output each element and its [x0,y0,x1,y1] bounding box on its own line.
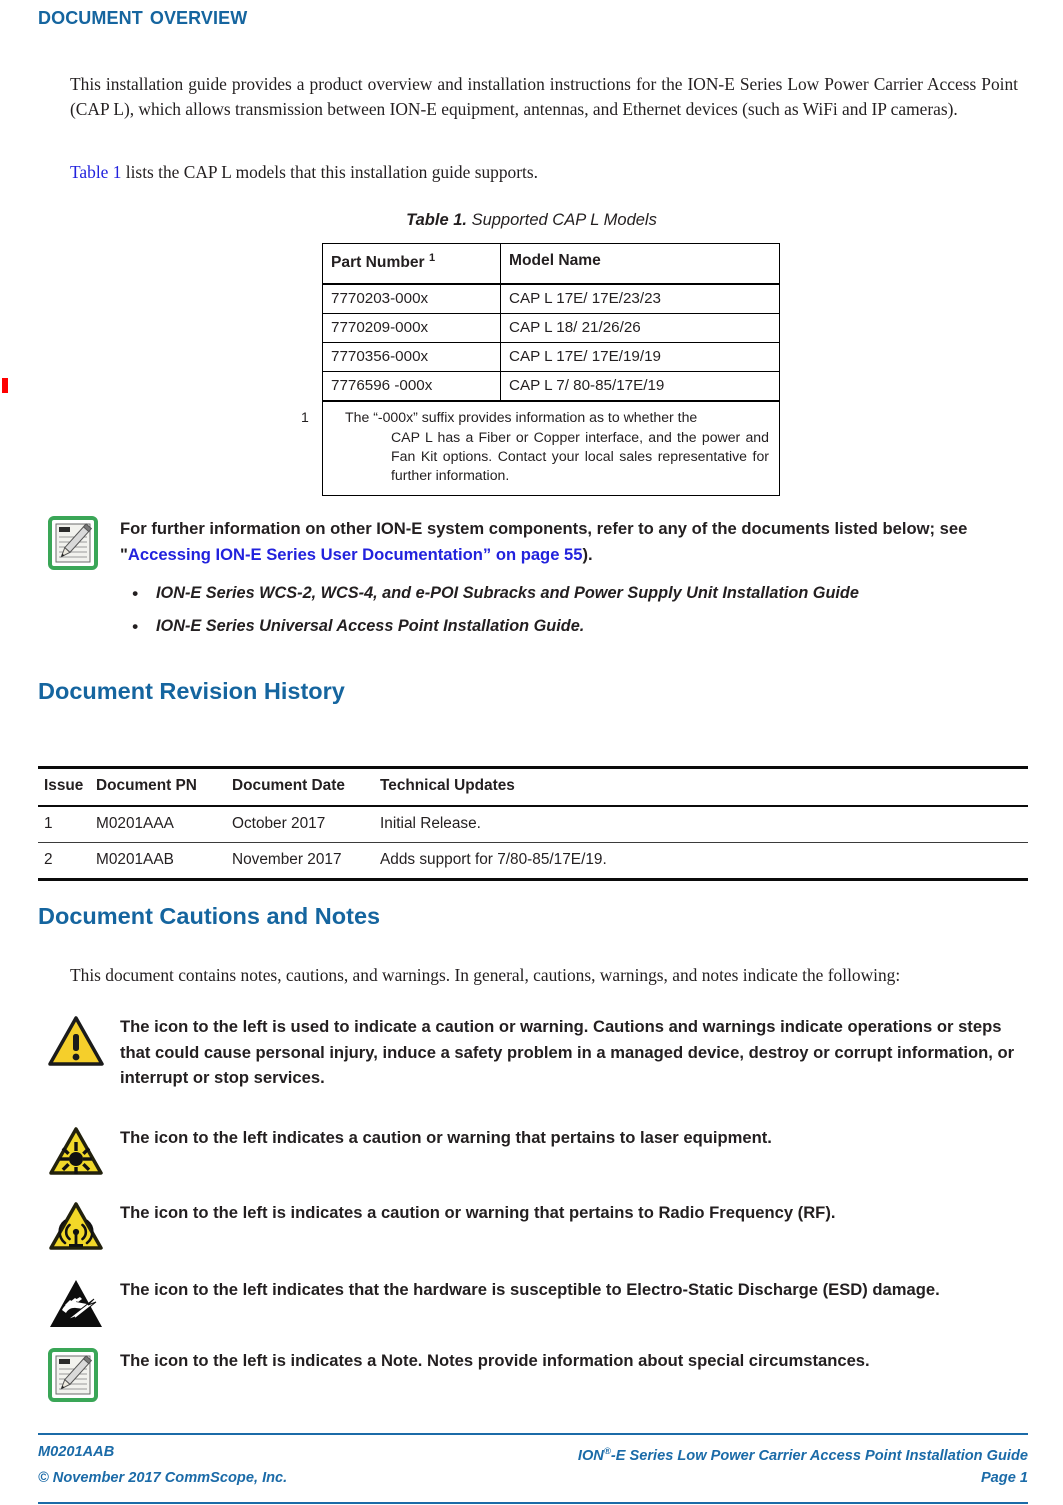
cell-part-number: 7770203-000x [322,283,501,315]
list-item: ION-E Series Universal Access Point Inst… [120,610,1020,643]
caution-row-esd: The icon to the left indicates that the … [48,1277,1028,1327]
caution-row-note: The icon to the left is indicates a Note… [48,1348,1028,1402]
intro-paragraph: This installation guide provides a produ… [70,74,1018,120]
cell-model-name: CAP L 17E/ 17E/23/23 [500,283,780,315]
rev-col-document-pn: Document PN [90,766,226,807]
caution-text: The icon to the left indicates a caution… [120,1128,772,1147]
footer-guide-title-post: -E Series Low Power Carrier Access Point… [610,1447,1028,1464]
document-page: Document Overview This installation guid… [0,0,1063,1505]
cell-part-number: 7776596 -000x [322,371,501,402]
table1-caption-label: Table 1. [406,211,467,229]
table1-caption: Table 1. Supported CAP L Models [0,211,1063,230]
note-text: For further information on other ION-E s… [120,516,1020,643]
cautions-notes-heading: Document Cautions and Notes [38,903,381,929]
note-pencil-icon [48,516,98,575]
caution-row-warning: The icon to the left is used to indicate… [48,1014,1028,1091]
cell-document-pn: M0201AAB [90,842,226,881]
caution-row-laser: The icon to the left indicates a caution… [48,1125,1028,1175]
footnote-marker: 1 [428,252,436,264]
revision-history-heading: Document Revision History [38,678,345,704]
footer-guide-title-pre: ION [577,1447,604,1464]
rev-col-issue: Issue [38,766,90,807]
change-bar-marker [2,378,8,393]
table-row: 7770356-000x CAP L 17E/ 17E/19/19 [322,342,780,373]
footer-page-number: Page 1 [980,1469,1028,1486]
footnote-number: 1 [301,409,309,426]
table1-caption-title: Supported CAP L Models [471,211,657,229]
cell-technical-updates: Adds support for 7/80-85/17E/19. [374,842,1028,881]
rev-col-technical-updates: Technical Updates [374,766,1028,807]
footer-guide-title: ION®-E Series Low Power Carrier Access P… [578,1441,1028,1467]
table1-header-row: Part Number 1 Model Name [322,243,780,286]
table-row: 1 M0201AAA October 2017 Initial Release. [38,806,1028,843]
table-reference-paragraph: Table 1 lists the CAP L models that this… [70,160,1018,185]
footnote-body: 1 The “-000x” suffix provides information… [301,408,769,486]
note-pencil-icon [48,1348,98,1407]
caution-text: The icon to the left is used to indicate… [120,1017,1015,1087]
esd-warning-icon [48,1277,104,1336]
table-row: 7770209-000x CAP L 18/ 21/26/26 [322,313,780,344]
caution-row-radio-frequency: The icon to the left is indicates a caut… [48,1200,1028,1250]
page-footer: ION®-E Series Low Power Carrier Access P… [38,1441,1028,1489]
laser-warning-icon [48,1125,104,1182]
table1-col-part-number-label: Part Number [331,254,425,272]
caution-text: The icon to the left indicates that the … [120,1280,940,1299]
footer-bottom-rule [38,1502,1028,1504]
registered-trademark-icon: ® [603,1446,611,1457]
table1-crossref-link[interactable]: Table 1 [70,162,121,182]
cell-model-name: CAP L 18/ 21/26/26 [500,313,780,344]
cell-part-number: 7770209-000x [322,313,501,344]
cell-document-date: November 2017 [226,842,374,881]
note-callout: For further information on other ION-E s… [48,516,1020,643]
cell-issue: 1 [38,806,90,843]
footer-top-rule [38,1433,1028,1435]
footnote-rest: CAP L has a Fiber or Copper interface, a… [391,428,769,484]
radio-frequency-warning-icon [48,1200,104,1257]
table-row: 2 M0201AAB November 2017 Adds support fo… [38,842,1028,881]
revision-history-table: Issue Document PN Document Date Technica… [38,766,1028,881]
cell-document-date: October 2017 [226,806,374,843]
table-row: 7776596 -000x CAP L 7/ 80-85/17E/19 [322,371,780,402]
footer-copyright: © November 2017 CommScope, Inc. [38,1469,288,1486]
cell-document-pn: M0201AAA [90,806,226,843]
table1-footnote: 1 The “-000x” suffix provides information… [301,400,780,496]
supported-models-table: Part Number 1 Model Name 7770203-000x CA… [301,243,780,496]
footer-row-1: ION®-E Series Low Power Carrier Access P… [38,1441,1028,1467]
cell-technical-updates: Initial Release. [374,806,1028,843]
table1-footnote-row: 1 The “-000x” suffix provides information… [301,400,780,496]
cell-model-name: CAP L 17E/ 17E/19/19 [500,342,780,373]
table1-col-part-number: Part Number 1 [322,243,501,286]
note-text-after-link: ). [582,544,593,564]
table-reference-rest: lists the CAP L models that this install… [121,162,538,182]
footnote-line1: The “-000x” suffix provides information … [345,409,698,426]
revision-header-row: Issue Document PN Document Date Technica… [38,766,1028,807]
related-documents-list: ION-E Series WCS-2, WCS-4, and e-POI Sub… [120,577,1020,643]
table-row: 7770203-000x CAP L 17E/ 17E/23/23 [322,283,780,315]
accessing-documentation-link[interactable]: Accessing ION-E Series User Documentatio… [128,545,583,564]
page-title: Document Overview [38,2,248,30]
rev-col-document-date: Document Date [226,766,374,807]
table1-col-model-name: Model Name [500,243,780,286]
cell-model-name: CAP L 7/ 80-85/17E/19 [500,371,780,402]
list-item: ION-E Series WCS-2, WCS-4, and e-POI Sub… [120,577,1020,610]
footer-row-2: Page 1 © November 2017 CommScope, Inc. [38,1467,1028,1489]
footer-document-number: M0201AAB [38,1444,115,1460]
cautions-intro-paragraph: This document contains notes, cautions, … [70,965,901,985]
cell-part-number: 7770356-000x [322,342,501,373]
warning-triangle-icon [48,1014,104,1073]
cell-issue: 2 [38,842,90,881]
caution-text: The icon to the left is indicates a Note… [120,1351,870,1370]
caution-text: The icon to the left is indicates a caut… [120,1203,836,1222]
